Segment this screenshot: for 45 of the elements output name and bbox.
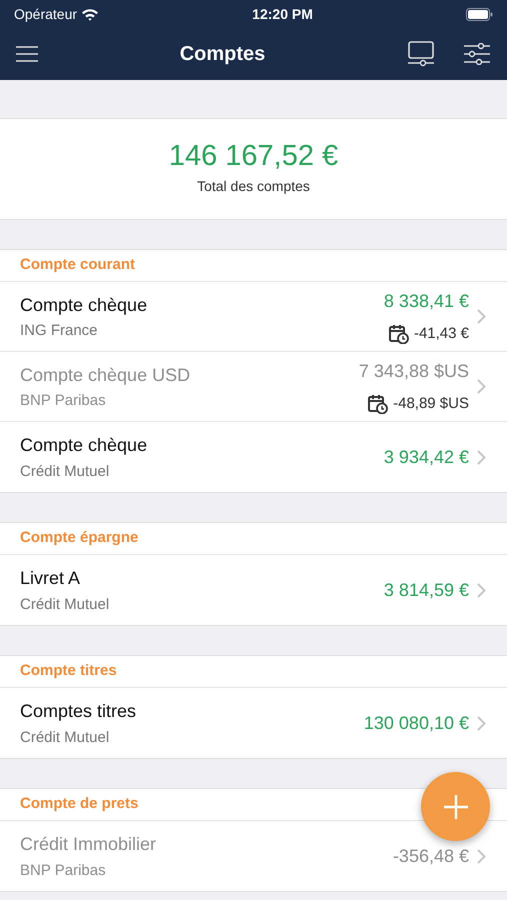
account-balance: 3 934,42 € [384,446,469,468]
account-row[interactable]: Livret A Crédit Mutuel 3 814,59 € [0,555,507,625]
section-header: Compte titres [0,656,507,688]
chevron-icon [477,716,486,730]
bank-name: Crédit Mutuel [20,594,110,614]
bank-name: Crédit Mutuel [20,728,110,748]
account-balance: -356,48 € [392,844,469,868]
scheduled-icon [388,324,409,344]
bank-name: ING France [20,320,99,340]
scheduled-amount: -41,43 € [414,324,469,344]
account-name: Compte chèque [20,294,148,317]
scheduled-amount: -48,89 $US [393,394,469,414]
account-name: Livret A [20,567,82,590]
section-header: Compte courant [0,250,507,282]
account-name: Comptes titres [20,700,138,723]
chevron-icon [477,309,486,324]
account-balance: 7 343,88 $US [358,360,469,383]
clock-time: 12:20 PM [252,4,313,24]
account-name: Compte chèque USD [20,364,192,387]
scheduled-icon [368,394,388,414]
account-name: Compte chèque [20,434,148,457]
carrier-name: Opérateur [14,4,78,24]
chevron-icon [477,450,486,464]
filter-button[interactable] [463,41,492,67]
total-label: Total des comptes [197,177,310,196]
screen-title: Comptes [180,42,266,67]
section-header: Compte épargne [0,523,507,555]
bank-name: BNP Paribas [20,390,107,410]
account-row[interactable]: Comptes titres Crédit Mutuel 130 080,10 € [0,688,507,758]
bank-name: Crédit Mutuel [20,462,110,482]
account-name: Crédit Immobilier [20,833,158,856]
chevron-icon [477,848,486,864]
account-balance: 130 080,10 € [364,712,469,734]
account-row[interactable]: Compte chèque Crédit Mutuel 3 934,42 € [0,422,507,492]
account-row[interactable]: Compte chèque ING France 8 338,41 € -41,43 € [0,282,507,352]
plus-icon [442,794,468,820]
bank-name: BNP Paribas [20,860,107,880]
account-balance: 8 338,41 € [384,290,469,313]
monitor-button[interactable] [407,41,436,67]
chevron-icon [477,379,486,394]
account-balance: 3 814,59 € [384,578,469,602]
chevron-icon [477,582,486,598]
total-amount: 146 167,52 € [168,140,338,172]
battery-icon [466,8,493,20]
wifi-icon [81,8,100,20]
